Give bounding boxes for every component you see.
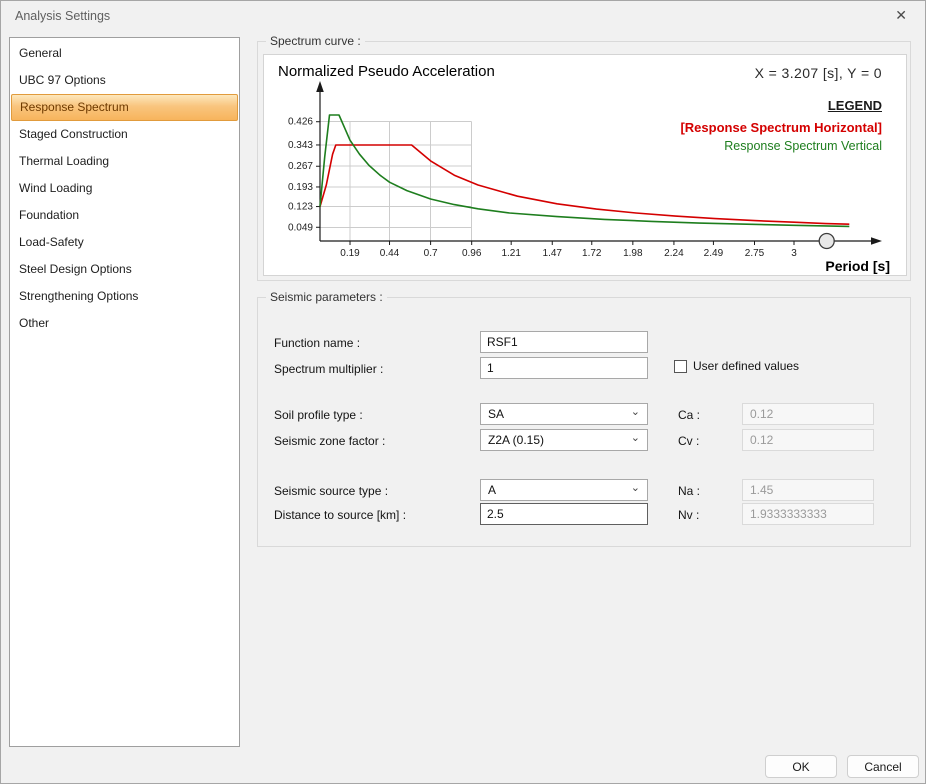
checkbox-box-icon[interactable] [674, 360, 687, 373]
svg-text:0.343: 0.343 [288, 140, 313, 151]
svg-text:0.19: 0.19 [340, 248, 360, 259]
na-label: Na : [678, 484, 700, 498]
distance-to-source-input[interactable] [480, 503, 648, 525]
user-defined-values-checkbox[interactable]: User defined values [674, 359, 799, 373]
svg-text:2.75: 2.75 [745, 248, 765, 259]
spectrum-chart-svg[interactable]: 0.19 0.44 0.7 0.96 1.21 1.47 1.72 1.98 2.24 2.49 2… [264, 55, 906, 275]
seismic-zone-select[interactable]: Z2A (0.15) ⌄ [480, 429, 648, 451]
sidebar-item-staged-construction[interactable]: Staged Construction [11, 121, 238, 148]
chevron-down-icon: ⌄ [631, 433, 640, 444]
soil-profile-value: SA [488, 407, 504, 421]
cursor-readout: X = 3.207 [s], Y = 0 [755, 65, 882, 81]
cv-label: Cv : [678, 434, 699, 448]
svg-text:1.47: 1.47 [543, 248, 563, 259]
sidebar-item-response-spectrum[interactable]: Response Spectrum [11, 94, 238, 121]
spectrum-group-label: Spectrum curve : [266, 34, 365, 48]
svg-text:0.96: 0.96 [462, 248, 482, 259]
window-title: Analysis Settings [15, 9, 110, 23]
cancel-button[interactable]: Cancel [847, 755, 919, 778]
soil-profile-select[interactable]: SA ⌄ [480, 403, 648, 425]
svg-text:0.267: 0.267 [288, 161, 313, 172]
chevron-down-icon: ⌄ [631, 483, 640, 494]
spectrum-chart: 0.19 0.44 0.7 0.96 1.21 1.47 1.72 1.98 2.24 2.49 2… [263, 54, 907, 276]
chart-title: Normalized Pseudo Acceleration [278, 63, 495, 80]
svg-text:2.49: 2.49 [704, 248, 724, 259]
svg-text:1.72: 1.72 [582, 248, 602, 259]
soil-profile-label: Soil profile type : [274, 408, 363, 422]
svg-text:0.193: 0.193 [288, 182, 313, 193]
spectrum-multiplier-input[interactable] [480, 357, 648, 379]
function-name-input[interactable] [480, 331, 648, 353]
chevron-down-icon: ⌄ [631, 407, 640, 418]
na-field: 1.45 [742, 479, 874, 501]
ca-label: Ca : [678, 408, 700, 422]
svg-text:0.123: 0.123 [288, 202, 313, 213]
titlebar[interactable]: Analysis Settings ✕ [1, 1, 925, 31]
sidebar-item-thermal-loading[interactable]: Thermal Loading [11, 148, 238, 175]
function-name-label: Function name : [274, 336, 360, 350]
svg-text:0.049: 0.049 [288, 222, 313, 233]
seismic-source-label: Seismic source type : [274, 484, 388, 498]
settings-nav: GeneralUBC 97 OptionsResponse SpectrumSt… [9, 37, 240, 747]
distance-to-source-label: Distance to source [km] : [274, 508, 406, 522]
svg-text:1.21: 1.21 [501, 248, 521, 259]
svg-text:2.24: 2.24 [664, 248, 684, 259]
params-group-label: Seismic parameters : [266, 290, 387, 304]
analysis-settings-dialog: Analysis Settings ✕ GeneralUBC 97 Option… [0, 0, 926, 784]
sidebar-item-general[interactable]: General [11, 40, 238, 67]
close-icon[interactable]: ✕ [891, 7, 911, 24]
spectrum-multiplier-label: Spectrum multiplier : [274, 362, 383, 376]
seismic-zone-value: Z2A (0.15) [488, 433, 544, 447]
seismic-source-value: A [488, 483, 496, 497]
sidebar-item-steel-design-options[interactable]: Steel Design Options [11, 256, 238, 283]
sidebar-item-load-safety[interactable]: Load-Safety [11, 229, 238, 256]
nv-field: 1.9333333333 [742, 503, 874, 525]
svg-text:0.44: 0.44 [380, 248, 400, 259]
sidebar-item-other[interactable]: Other [11, 310, 238, 337]
cv-field: 0.12 [742, 429, 874, 451]
ok-button[interactable]: OK [765, 755, 837, 778]
seismic-parameters-group: Seismic parameters : Function name : Spe… [257, 297, 911, 547]
sidebar-item-wind-loading[interactable]: Wind Loading [11, 175, 238, 202]
svg-text:3: 3 [791, 248, 797, 259]
x-axis-label: Period [s] [825, 258, 890, 274]
seismic-zone-label: Seismic zone factor : [274, 434, 385, 448]
legend-entry-vertical: Response Spectrum Vertical [680, 139, 882, 153]
period-marker[interactable] [819, 234, 834, 249]
svg-text:1.98: 1.98 [623, 248, 643, 259]
chart-legend: LEGEND [Response Spectrum Horizontal] Re… [680, 97, 882, 153]
svg-text:0.7: 0.7 [424, 248, 438, 259]
sidebar-item-strengthening-options[interactable]: Strengthening Options [11, 283, 238, 310]
seismic-source-select[interactable]: A ⌄ [480, 479, 648, 501]
sidebar-item-ubc-97-options[interactable]: UBC 97 Options [11, 67, 238, 94]
svg-text:0.426: 0.426 [288, 117, 313, 128]
sidebar-item-foundation[interactable]: Foundation [11, 202, 238, 229]
ca-field: 0.12 [742, 403, 874, 425]
nv-label: Nv : [678, 508, 699, 522]
legend-title: LEGEND [828, 98, 882, 113]
legend-entry-horizontal: [Response Spectrum Horizontal] [680, 120, 882, 135]
spectrum-curve-group: Spectrum curve : 0.190.440.70.961.211.47… [257, 41, 911, 281]
user-defined-values-label: User defined values [693, 359, 799, 373]
